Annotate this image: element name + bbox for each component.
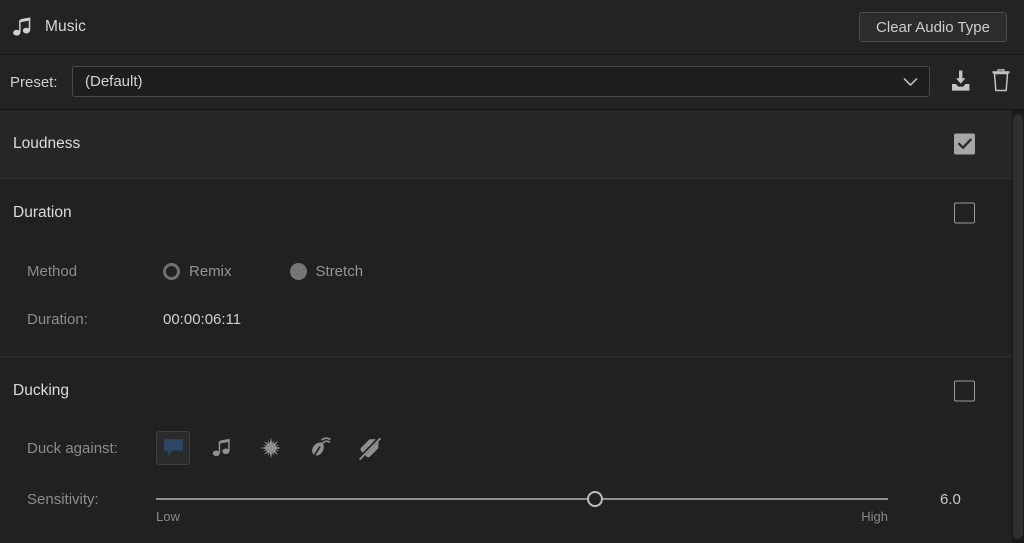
section-loudness: Loudness — [0, 110, 1012, 178]
section-ducking: Ducking Duck against: Sensitivity: Low H… — [0, 356, 1012, 543]
sensitivity-slider-handle[interactable] — [587, 491, 604, 507]
trash-icon[interactable] — [988, 67, 1014, 95]
duration-timecode-field[interactable]: 00:00:06:11 — [163, 305, 241, 333]
clear-audio-type-button[interactable]: Clear Audio Type — [859, 12, 1007, 42]
method-option-stretch-label: Stretch — [315, 262, 364, 280]
method-option-remix-label: Remix — [189, 262, 232, 280]
no-audio-type-icon[interactable] — [352, 431, 386, 465]
loudness-checkbox[interactable] — [954, 133, 975, 155]
sensitivity-slider-track[interactable] — [156, 498, 888, 500]
duck-against-row: Duck against: — [0, 431, 1012, 465]
sensitivity-label: Sensitivity: — [27, 490, 99, 508]
ambience-icon[interactable] — [303, 431, 337, 465]
essential-sound-panel: Music Clear Audio Type Preset: (Default) — [0, 0, 1024, 543]
page-title: Music — [45, 18, 86, 35]
dialogue-icon[interactable] — [156, 431, 190, 465]
ducking-checkbox[interactable] — [954, 380, 975, 402]
sensitivity-max-label: High — [861, 509, 888, 524]
sensitivity-value[interactable]: 6.0 — [940, 485, 961, 513]
panel-header: Music Clear Audio Type — [0, 0, 1024, 55]
loudness-title: Loudness — [13, 135, 81, 152]
save-preset-icon[interactable] — [948, 67, 974, 95]
sensitivity-min-label: Low — [156, 509, 180, 524]
ducking-title: Ducking — [13, 382, 69, 399]
method-option-remix[interactable]: Remix — [163, 262, 232, 280]
section-duration: Duration Method Remix Stretch Duration: … — [0, 178, 1012, 356]
vertical-scrollbar-thumb[interactable] — [1013, 114, 1023, 539]
preset-label: Preset: — [10, 73, 58, 91]
sensitivity-row: Sensitivity: Low High 6.0 — [0, 485, 1012, 525]
loudness-header: Loudness — [0, 110, 1012, 178]
sensitivity-slider[interactable]: Low High — [156, 485, 888, 524]
preset-select[interactable]: (Default) — [72, 66, 930, 97]
sensitivity-scale-labels: Low High — [156, 509, 888, 524]
preset-actions — [948, 67, 1014, 95]
chevron-down-icon — [903, 67, 918, 96]
duration-header: Duration — [0, 179, 1012, 247]
method-radio-group: Remix Stretch — [163, 257, 363, 285]
duration-title: Duration — [13, 204, 72, 221]
radio-unselected-icon — [163, 262, 180, 280]
sfx-icon[interactable] — [254, 431, 288, 465]
ducking-header: Ducking — [0, 357, 1012, 425]
method-label: Method — [27, 262, 78, 280]
method-row: Method Remix Stretch — [0, 257, 1012, 285]
method-option-stretch[interactable]: Stretch — [289, 262, 364, 280]
duck-against-options — [156, 431, 386, 465]
duration-value-row: Duration: 00:00:06:11 — [0, 305, 1012, 333]
preset-row: Preset: (Default) — [0, 55, 1024, 110]
music-note-icon — [12, 15, 34, 39]
audio-type-indicator: Music — [12, 0, 86, 54]
preset-selected-value: (Default) — [85, 73, 143, 90]
duration-checkbox[interactable] — [954, 202, 975, 224]
duck-against-label: Duck against: — [27, 439, 118, 457]
duration-value-label: Duration: — [27, 310, 88, 328]
radio-selected-icon — [289, 262, 307, 280]
music-icon[interactable] — [205, 431, 239, 465]
